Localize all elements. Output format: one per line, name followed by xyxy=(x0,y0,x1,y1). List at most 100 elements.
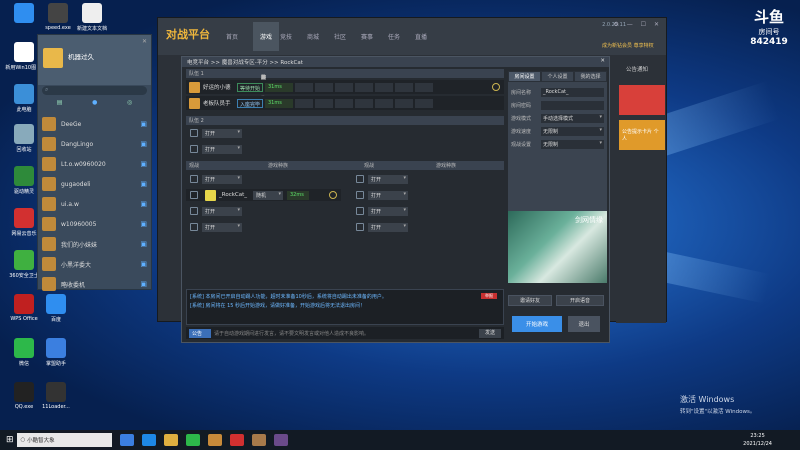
close-icon[interactable]: ✕ xyxy=(142,38,147,45)
list-item[interactable]: w10960005 ▣ xyxy=(42,215,147,233)
nav-tab[interactable]: 直播 xyxy=(415,32,427,41)
list-item[interactable]: ui.a.w ▣ xyxy=(42,195,147,213)
avatar xyxy=(42,177,56,191)
team1-header: 队伍 1 游戏种族等级积分胜场负场胜率逃跑操作 xyxy=(186,69,504,102)
nav-tab[interactable]: 竞技 xyxy=(280,32,292,41)
slot-select[interactable]: 打开 xyxy=(368,190,408,200)
settings-field: 房间密码 xyxy=(508,99,607,112)
taskbar-clock[interactable]: 23:25 2021/12/24 xyxy=(743,432,772,448)
notice-card-orange[interactable]: 公告提示卡片 个人 xyxy=(619,120,665,150)
controller-icon[interactable]: ▣ xyxy=(140,120,147,128)
field-value[interactable]: 无限制 xyxy=(541,127,604,136)
list-item[interactable]: Lt.o.w0960020 ▣ xyxy=(42,155,147,173)
player-status: 入座完毕 xyxy=(237,98,263,108)
controller-icon[interactable]: ▣ xyxy=(140,180,147,188)
chat-type-select[interactable]: 公告 xyxy=(189,328,211,338)
field-value[interactable]: 手动选择模式 xyxy=(541,114,604,123)
slot-select[interactable]: 打开 xyxy=(368,174,408,184)
emoji-icon[interactable] xyxy=(329,191,337,199)
game-icon[interactable] xyxy=(207,434,222,446)
field-value[interactable]: 无限制 xyxy=(541,140,604,149)
player-row[interactable]: 老板队员手 入座完毕 31ms xyxy=(186,96,504,110)
nav-tab[interactable]: 商城 xyxy=(307,32,319,41)
flag-icon xyxy=(190,175,198,183)
watermark-brand: 斗鱼 xyxy=(753,9,784,26)
controller-icon[interactable]: ▣ xyxy=(140,140,147,148)
chat-log: [系统] 本房间已开启自动踢人功能，超时未准备10秒后，系统将自动踢出未准备的用… xyxy=(186,289,504,325)
friend-name: w10960005 xyxy=(61,220,97,228)
tab-1[interactable]: 个人设置 xyxy=(541,71,574,82)
nav-tab[interactable]: 任务 xyxy=(388,32,400,41)
desktop-icon[interactable]: 11Loader... xyxy=(36,382,76,410)
list-item[interactable]: gugaodeli ▣ xyxy=(42,175,147,193)
close-icon[interactable]: ✕ xyxy=(600,58,605,64)
controller-icon[interactable]: ▣ xyxy=(140,160,147,168)
avatar[interactable] xyxy=(43,48,63,68)
slot-select[interactable]: 打开 xyxy=(202,144,242,154)
invite-button[interactable]: 邀请好友 xyxy=(508,295,552,306)
slot-select[interactable]: 打开 xyxy=(202,174,242,184)
window-controls[interactable]: ⚙ — ☐ ✕ xyxy=(613,21,662,28)
promo-text[interactable]: 成为新钻会员 尊享特权 xyxy=(602,42,662,49)
start-game-button[interactable]: 开始游戏 xyxy=(512,316,562,332)
field-value[interactable]: _RockCat_ xyxy=(541,88,604,97)
controller-icon[interactable]: ▣ xyxy=(140,220,147,228)
list-item[interactable]: 我们的小妹妹 ▣ xyxy=(42,235,147,253)
game-banner-image[interactable]: 剑网情缘 xyxy=(508,211,607,283)
nav-tab[interactable]: 赛事 xyxy=(361,32,373,41)
activate-windows: 激活 Windows 转到"设置"以激活 Windows。 xyxy=(680,394,755,415)
voice-button[interactable]: 开启语音 xyxy=(556,295,604,306)
notice-card-red[interactable] xyxy=(619,85,665,115)
desktop-icon[interactable]: 掌盟助手 xyxy=(36,338,76,367)
field-value[interactable] xyxy=(541,101,604,110)
edge-icon[interactable] xyxy=(141,434,156,446)
controller-icon[interactable]: ▣ xyxy=(140,200,147,208)
report-badge[interactable]: 举报 xyxy=(481,293,497,299)
friends-search-input[interactable]: ⌕ xyxy=(42,86,147,95)
leave-button[interactable]: 退出 xyxy=(568,316,600,332)
controller-icon[interactable]: ▣ xyxy=(140,260,147,268)
slot-select[interactable]: 打开 xyxy=(368,206,408,216)
slot-select[interactable]: 打开 xyxy=(368,222,408,232)
chat-input[interactable]: 请于自动游戏期间进行发言，请不要文明发言或对他人造成不良影响。 xyxy=(214,330,479,337)
wechat-icon[interactable] xyxy=(185,434,200,446)
taskbar-search[interactable]: ○ 小酷智大象 xyxy=(16,433,112,447)
group-tab-icon[interactable]: ◎ xyxy=(127,99,132,109)
app-icon xyxy=(14,208,34,228)
app-icon[interactable] xyxy=(273,434,288,446)
emoji-icon[interactable] xyxy=(492,83,500,91)
list-item[interactable]: DangLingo ▣ xyxy=(42,135,147,153)
slot-select[interactable]: 打开 xyxy=(202,128,242,138)
player-row[interactable]: 好运的小德 等待开始 31ms xyxy=(186,80,504,94)
list-item[interactable]: 略收委机 ▣ xyxy=(42,275,147,293)
platform-icon[interactable] xyxy=(251,434,266,446)
tab-0[interactable]: 房间设置 xyxy=(508,71,541,82)
taskview-icon[interactable] xyxy=(119,434,134,446)
nav-tab[interactable]: 游戏 xyxy=(253,22,280,51)
race-select[interactable]: 随机 xyxy=(253,190,283,200)
controller-icon[interactable]: ▣ xyxy=(140,240,147,248)
friends-username: 机器过久 xyxy=(68,53,94,61)
slot-select[interactable]: 打开 xyxy=(202,222,242,232)
player-name: 好运的小德 xyxy=(203,85,231,91)
desktop-icon[interactable]: 新建文本文档 xyxy=(72,3,112,32)
music-icon[interactable] xyxy=(229,434,244,446)
start-icon[interactable]: ⊞ xyxy=(6,435,14,445)
nav-tab[interactable]: 首页 xyxy=(226,32,238,41)
send-button[interactable]: 发送 xyxy=(479,328,501,338)
contacts-tab-icon[interactable]: ● xyxy=(92,99,97,109)
friend-name: DeeGe xyxy=(61,120,82,128)
desktop-icon[interactable]: 百度 xyxy=(36,294,76,323)
desktop-icon-label: 掌盟助手 xyxy=(45,361,66,367)
player-ping: 32ms xyxy=(287,190,309,200)
tab-2[interactable]: 我的选择 xyxy=(574,71,607,82)
chat-tab-icon[interactable]: ▤ xyxy=(57,99,63,109)
list-item[interactable]: DeeGe ▣ xyxy=(42,115,147,133)
slot-select[interactable]: 打开 xyxy=(202,206,242,216)
controller-icon[interactable]: ▣ xyxy=(140,280,147,288)
nav-tab[interactable]: 社区 xyxy=(334,32,346,41)
explorer-icon[interactable] xyxy=(163,434,178,446)
flag-icon xyxy=(356,175,364,183)
list-item[interactable]: 小黑洋委大 ▣ xyxy=(42,255,147,273)
app-logo: 对战平台 xyxy=(166,29,210,41)
